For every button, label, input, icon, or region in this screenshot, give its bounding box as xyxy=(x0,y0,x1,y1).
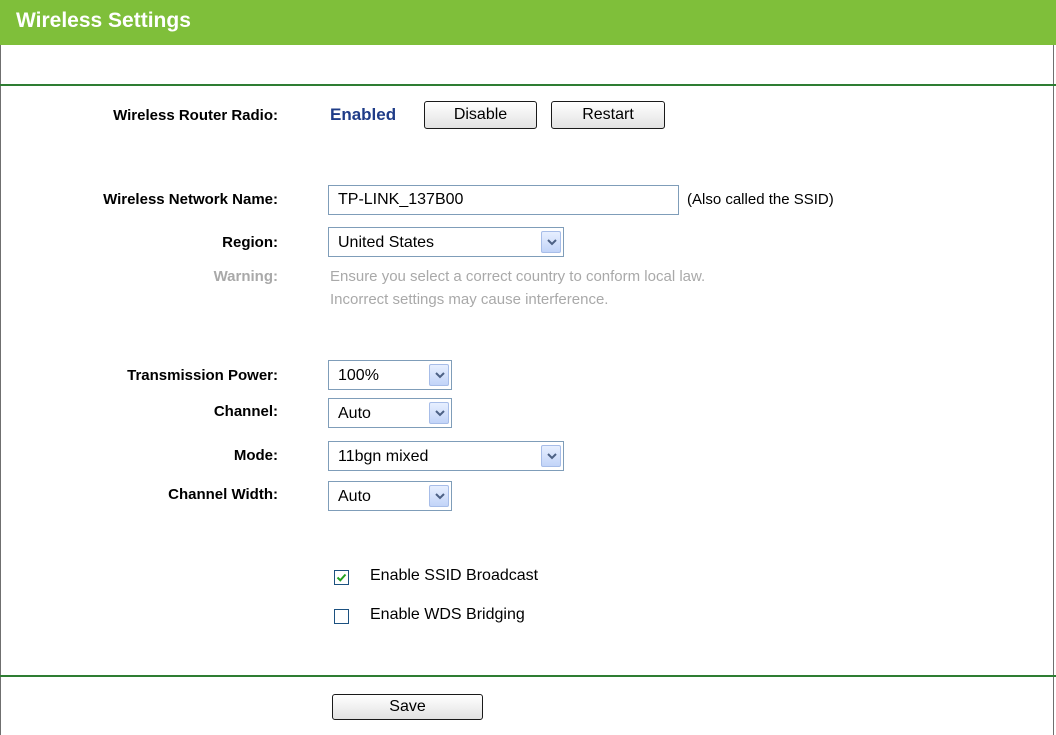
ssid-broadcast-checkbox[interactable] xyxy=(334,570,349,585)
transmission-power-value: 100% xyxy=(338,367,379,384)
top-divider xyxy=(0,84,1056,86)
mode-label: Mode: xyxy=(233,447,278,464)
region-label: Region: xyxy=(222,234,278,251)
warning-text-line2: Incorrect settings may cause interferenc… xyxy=(330,291,609,308)
network-name-label: Wireless Network Name: xyxy=(103,191,278,208)
channel-width-value: Auto xyxy=(338,488,371,505)
title-bar: Wireless Settings xyxy=(0,0,1056,45)
save-button[interactable]: Save xyxy=(332,694,483,720)
chevron-down-icon[interactable] xyxy=(429,364,449,386)
region-value: United States xyxy=(338,234,435,251)
channel-width-label: Channel Width: xyxy=(168,486,278,503)
chevron-down-icon[interactable] xyxy=(541,231,561,253)
transmission-power-select[interactable]: 100% xyxy=(328,360,452,390)
ssid-broadcast-label[interactable]: Enable SSID Broadcast xyxy=(370,567,538,585)
channel-label: Channel: xyxy=(213,403,278,420)
mode-select[interactable]: 11bgn mixed xyxy=(328,441,564,471)
region-select[interactable]: United States xyxy=(328,227,564,257)
channel-value: Auto xyxy=(338,405,371,422)
warning-label: Warning: xyxy=(213,268,278,285)
ssid-input[interactable]: TP-LINK_137B00 xyxy=(328,185,679,215)
channel-width-select[interactable]: Auto xyxy=(328,481,452,511)
warning-text-line1: Ensure you select a correct country to c… xyxy=(330,268,706,285)
radio-status: Enabled xyxy=(330,105,397,124)
bottom-divider xyxy=(0,675,1056,677)
wds-bridging-checkbox[interactable] xyxy=(334,609,349,624)
disable-button[interactable]: Disable xyxy=(424,101,537,129)
wds-bridging-label[interactable]: Enable WDS Bridging xyxy=(370,606,525,624)
chevron-down-icon[interactable] xyxy=(541,445,561,467)
page-title: Wireless Settings xyxy=(16,9,191,32)
checkmark-icon xyxy=(336,573,347,582)
ssid-hint: (Also called the SSID) xyxy=(687,191,834,208)
chevron-down-icon[interactable] xyxy=(429,485,449,507)
channel-select[interactable]: Auto xyxy=(328,398,452,428)
radio-label: Wireless Router Radio: xyxy=(113,107,278,124)
chevron-down-icon[interactable] xyxy=(429,402,449,424)
mode-value: 11bgn mixed xyxy=(338,448,429,465)
transmission-power-label: Transmission Power: xyxy=(127,367,278,384)
restart-button[interactable]: Restart xyxy=(551,101,665,129)
